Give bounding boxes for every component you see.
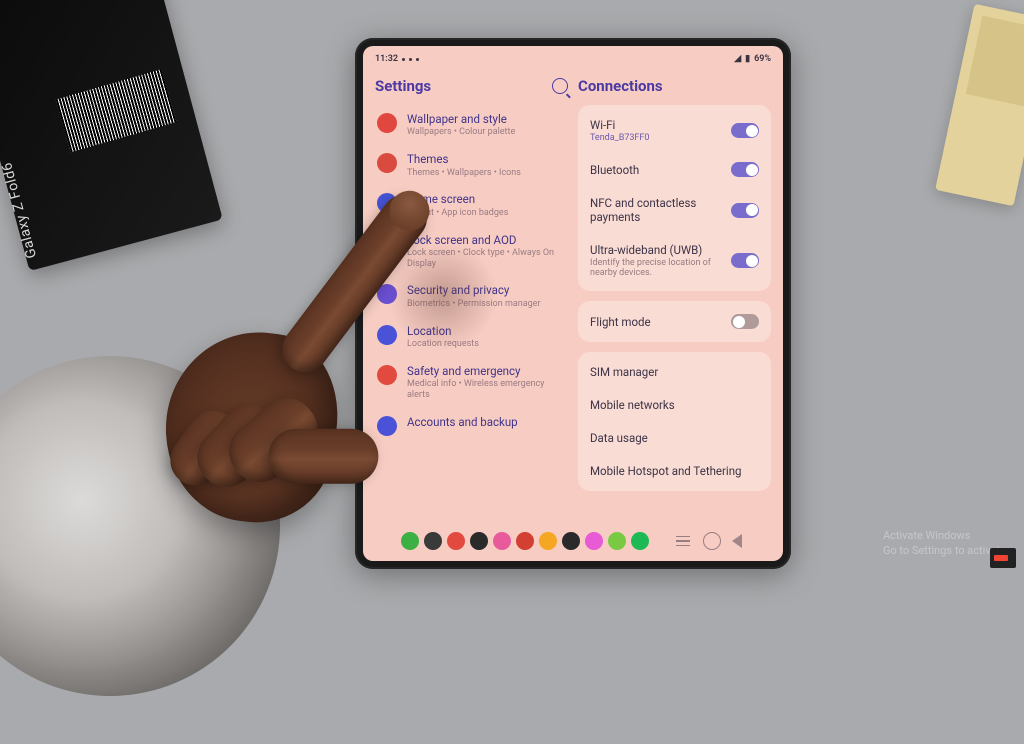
settings-item-title: Security and privacy [407, 283, 566, 297]
connection-row[interactable]: SIM manager [590, 356, 759, 388]
taskbar-app-icon[interactable] [401, 532, 419, 550]
toggle[interactable] [731, 162, 759, 177]
connection-row[interactable]: Data usage [590, 421, 759, 454]
settings-item[interactable]: Wallpaper and style Wallpapers • Colour … [375, 105, 568, 145]
taskbar-app-icon[interactable] [493, 532, 511, 550]
connection-row[interactable]: NFC and contactless payments [590, 186, 759, 233]
settings-item[interactable]: Themes Themes • Wallpapers • Icons [375, 145, 568, 185]
connection-row-title: Wi-Fi [590, 118, 731, 132]
settings-item-icon [377, 153, 397, 173]
taskbar-app-icon[interactable] [562, 532, 580, 550]
settings-title: Settings [375, 77, 431, 95]
toggle[interactable] [731, 253, 759, 268]
connection-row-title: Flight mode [590, 315, 731, 329]
taskbar-app-icon[interactable] [470, 532, 488, 550]
connection-row-title: Data usage [590, 431, 759, 445]
settings-item-title: Lock screen and AOD [407, 233, 566, 247]
connection-row-title: Mobile networks [590, 398, 759, 412]
settings-item-title: Safety and emergency [407, 364, 566, 378]
connection-row[interactable]: Bluetooth [590, 152, 759, 186]
nav-recents[interactable] [676, 534, 692, 549]
settings-item-icon [377, 113, 397, 133]
signal-icon: ▮ [745, 54, 750, 64]
settings-item-sub: Location requests [407, 339, 566, 350]
status-bar: 11:32 ◢ ▮ 69% [363, 46, 783, 69]
settings-item-title: Themes [407, 152, 566, 166]
toggle[interactable] [731, 203, 759, 218]
taskbar [363, 525, 783, 561]
status-time: 11:32 [375, 54, 398, 64]
connection-row-title: NFC and contactless payments [590, 196, 731, 224]
settings-item-title: Home screen [407, 192, 566, 206]
settings-item-sub: Medical info • Wireless emergency alerts [407, 379, 566, 401]
connection-row[interactable]: Mobile Hotspot and Tethering [590, 454, 759, 487]
settings-item-sub: Layout • App icon badges [407, 208, 566, 219]
connection-row[interactable]: Flight mode [590, 305, 759, 338]
taskbar-app-icon[interactable] [585, 532, 603, 550]
connections-pane: Connections Wi-FiTenda_B73FF0 Bluetooth NF… [578, 73, 771, 525]
connection-row-title: Bluetooth [590, 163, 731, 177]
toggle[interactable] [731, 123, 759, 138]
taskbar-app-icon[interactable] [608, 532, 626, 550]
wooden-prop [935, 4, 1024, 206]
settings-item-title: Wallpaper and style [407, 112, 566, 126]
nav-back[interactable] [732, 534, 742, 548]
settings-item-sub: Wallpapers • Colour palette [407, 127, 566, 138]
taskbar-app-icon[interactable] [447, 532, 465, 550]
settings-item-title: Accounts and backup [407, 415, 566, 429]
connection-row[interactable]: Ultra-wideband (UWB)Identify the precise… [590, 233, 759, 287]
connection-row[interactable]: Wi-FiTenda_B73FF0 [590, 109, 759, 152]
connections-group-3: SIM manager Mobile networks Data usage Mobi… [578, 352, 771, 491]
taskbar-app-icon[interactable] [631, 532, 649, 550]
channel-badge [990, 548, 1016, 568]
battery-text: 69% [754, 54, 771, 64]
connection-row-title: Ultra-wideband (UWB) [590, 243, 731, 257]
taskbar-app-icon[interactable] [424, 532, 442, 550]
screen: 11:32 ◢ ▮ 69% Settings Wallpaper and sty… [363, 46, 783, 561]
wifi-icon: ◢ [734, 54, 741, 64]
taskbar-app-icon[interactable] [539, 532, 557, 550]
nav-home[interactable] [703, 532, 721, 550]
settings-item-title: Location [407, 324, 566, 338]
connection-row-title: Mobile Hotspot and Tethering [590, 464, 759, 478]
connection-row-sub: Tenda_B73FF0 [590, 133, 731, 143]
barcode [56, 69, 177, 152]
connections-group-1: Wi-FiTenda_B73FF0 Bluetooth NFC and contac… [578, 105, 771, 291]
search-icon[interactable] [552, 78, 568, 94]
product-box-label: Galaxy Z Fold6 [0, 160, 40, 260]
toggle[interactable] [731, 314, 759, 329]
connection-row-sub: Identify the precise location of nearby … [590, 258, 731, 278]
windows-watermark: Activate Windows Go to Settings to activ… [883, 529, 1006, 558]
connections-group-2: Flight mode [578, 301, 771, 342]
connection-row[interactable]: Mobile networks [590, 388, 759, 421]
settings-item[interactable]: Accounts and backup [375, 408, 568, 443]
connections-title: Connections [578, 77, 663, 95]
taskbar-app-icon[interactable] [516, 532, 534, 550]
settings-item-sub: Themes • Wallpapers • Icons [407, 168, 566, 179]
settings-item-sub: Biometrics • Permission manager [407, 299, 566, 310]
connection-row-title: SIM manager [590, 365, 759, 379]
